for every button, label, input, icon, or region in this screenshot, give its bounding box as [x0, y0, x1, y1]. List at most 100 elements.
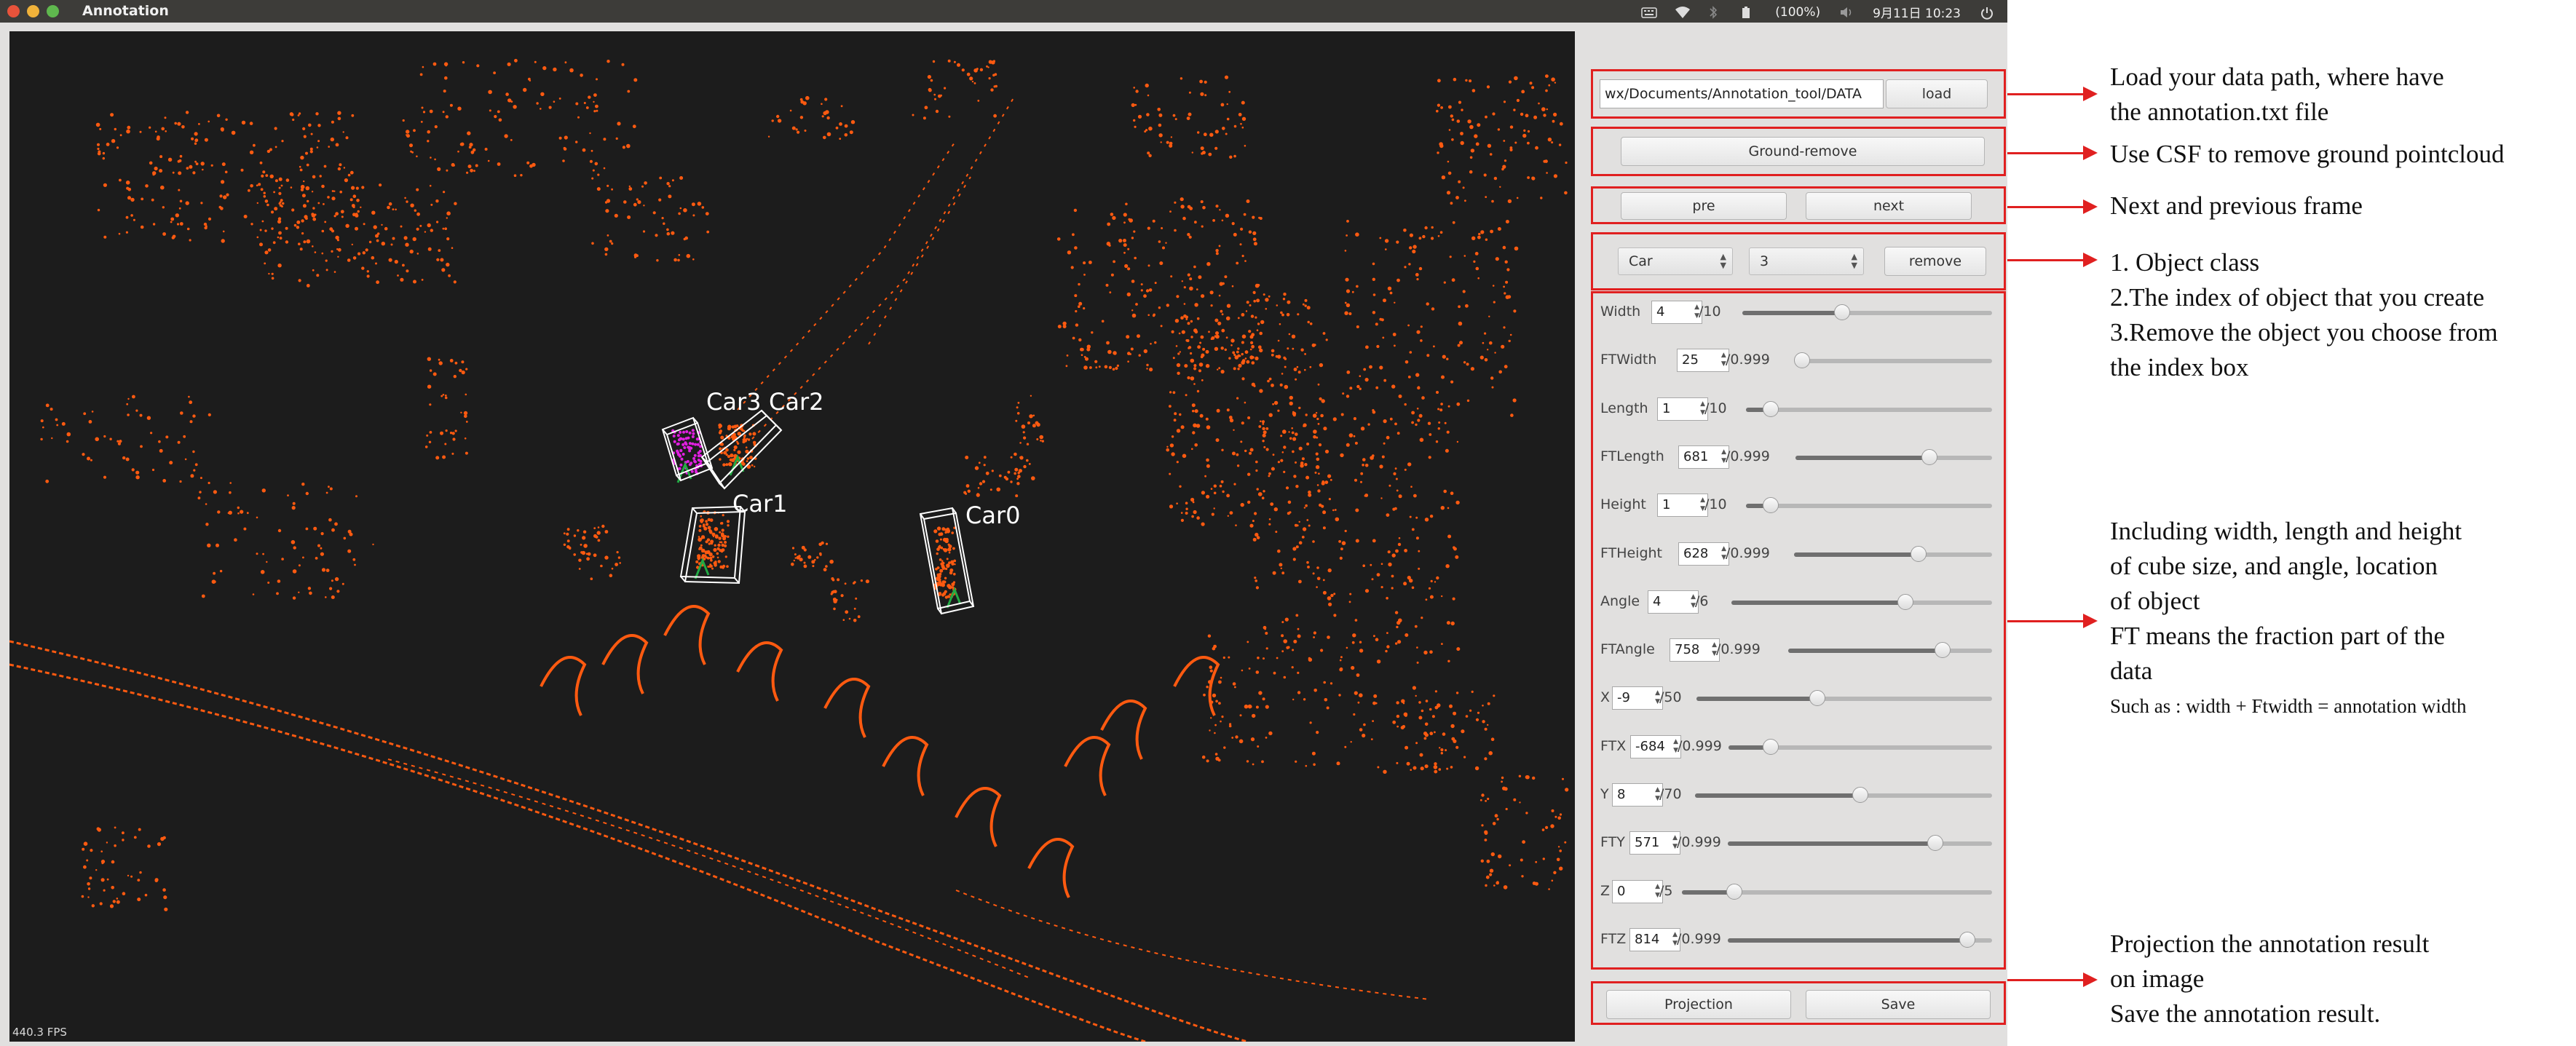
param-max: /0.999	[1726, 352, 1770, 368]
spin-arrows-icon: ▲ ▼	[1720, 252, 1726, 270]
system-top-bar: Annotation (100%) 9月11日 10:23	[0, 0, 2007, 23]
slider-handle[interactable]	[1921, 448, 1937, 465]
param-max: /0.999	[1716, 641, 1761, 658]
param-spinbox-length[interactable]: 1 ▲ ▼	[1657, 397, 1708, 421]
object-group: Car ▲ ▼ 3 ▲ ▼ remove	[1591, 232, 2006, 290]
param-max: /0.999	[1726, 544, 1770, 561]
object-class-select[interactable]: Car ▲ ▼	[1618, 247, 1733, 275]
param-label: Height	[1600, 496, 1646, 513]
arrow-params	[2007, 614, 2098, 628]
note-ground: Use CSF to remove ground pointcloud	[2110, 140, 2505, 168]
slider-fill	[1795, 455, 1929, 460]
param-spinbox-height[interactable]: 1 ▲ ▼	[1657, 494, 1708, 518]
param-row-fty: FTY 571 ▲ ▼/0.999	[1593, 828, 2002, 857]
param-spinbox-width[interactable]: 4 ▲ ▼	[1651, 301, 1702, 324]
next-frame-button[interactable]: next	[1806, 192, 1972, 220]
ground-remove-button[interactable]: Ground-remove	[1621, 137, 1985, 166]
note-params-line5: data	[2110, 657, 2153, 685]
pointcloud-canvas[interactable]	[9, 31, 1575, 1042]
wifi-icon[interactable]	[1675, 6, 1691, 19]
param-spinbox-angle[interactable]: 4 ▲ ▼	[1648, 590, 1699, 614]
slider-handle[interactable]	[1927, 835, 1944, 852]
param-spinbox-ftwidth[interactable]: 25 ▲ ▼	[1677, 349, 1729, 373]
note-params-line3: of object	[2110, 587, 2200, 615]
minimize-window-button[interactable]	[27, 5, 39, 17]
note-frame: Next and previous frame	[2110, 191, 2363, 220]
remove-object-button[interactable]: remove	[1884, 247, 1986, 276]
bbox-car1[interactable]	[679, 505, 746, 585]
param-slider-x[interactable]	[1696, 690, 1992, 707]
param-slider-z[interactable]	[1682, 883, 1992, 900]
param-spinbox-y[interactable]: 8 ▲ ▼	[1612, 783, 1663, 807]
param-slider-ftx[interactable]	[1728, 738, 1992, 755]
load-button[interactable]: load	[1886, 79, 1988, 108]
param-spinbox-ftlength[interactable]: 681 ▲ ▼	[1678, 445, 1729, 469]
slider-fill	[1742, 311, 1843, 315]
param-slider-fty[interactable]	[1728, 835, 1992, 852]
note-params-line2: of cube size, and angle, location	[2110, 552, 2438, 580]
car2-label: Car2	[769, 388, 824, 416]
param-slider-ftangle[interactable]	[1788, 642, 1992, 659]
volume-icon[interactable]	[1839, 6, 1854, 19]
note-save-line2: on image	[2110, 964, 2205, 993]
slider-handle[interactable]	[1726, 883, 1743, 900]
slider-handle[interactable]	[1762, 738, 1779, 755]
param-spinbox-ftheight[interactable]: 628 ▲ ▼	[1678, 542, 1729, 566]
param-spinbox-fty[interactable]: 571 ▲ ▼	[1629, 831, 1680, 855]
param-slider-length[interactable]	[1746, 400, 1992, 417]
slider-handle[interactable]	[1935, 642, 1951, 659]
object-class-value: Car	[1629, 253, 1653, 269]
slider-handle[interactable]	[1897, 593, 1913, 610]
slider-handle[interactable]	[1793, 352, 1810, 369]
note-params-line1: Including width, length and height	[2110, 517, 2462, 545]
param-spinbox-ftangle[interactable]: 758 ▲ ▼	[1670, 638, 1720, 662]
maximize-window-button[interactable]	[47, 5, 59, 17]
pointcloud-viewport[interactable]: Car3 Car2 Car1 Car0 440.3 FPS	[9, 31, 1575, 1042]
bbox-car3[interactable]	[661, 416, 714, 482]
param-row-z: Z 0 ▲ ▼/5	[1593, 877, 2002, 906]
path-group: wx/Documents/Annotation_tool/DATA load	[1591, 69, 2006, 119]
note-load-line1: Load your data path, where have	[2110, 63, 2444, 91]
slider-handle[interactable]	[1959, 931, 1976, 948]
slider-handle[interactable]	[1762, 400, 1779, 417]
slider-handle[interactable]	[1910, 545, 1927, 562]
slider-handle[interactable]	[1762, 497, 1779, 514]
bluetooth-icon[interactable]	[1708, 5, 1723, 19]
param-slider-ftz[interactable]	[1728, 931, 1992, 948]
param-max: /10	[1704, 400, 1727, 416]
param-value: 571	[1635, 835, 1660, 851]
param-slider-y[interactable]	[1695, 787, 1992, 803]
slider-handle[interactable]	[1809, 690, 1826, 707]
param-label: Width	[1600, 304, 1641, 320]
previous-frame-button[interactable]: pre	[1621, 192, 1787, 220]
data-path-input[interactable]: wx/Documents/Annotation_tool/DATA	[1600, 79, 1884, 108]
slider-handle[interactable]	[1852, 787, 1869, 803]
projection-button[interactable]: Projection	[1606, 990, 1791, 1019]
power-icon[interactable]	[1980, 6, 1994, 20]
param-slider-height[interactable]	[1746, 497, 1992, 514]
close-window-button[interactable]	[7, 5, 20, 17]
param-slider-width[interactable]	[1742, 304, 1992, 320]
param-spinbox-ftx[interactable]: -684 ▲ ▼	[1630, 734, 1681, 758]
object-index-spinbox[interactable]: 3 ▲ ▼	[1749, 247, 1864, 275]
bbox-car2[interactable]	[700, 409, 783, 490]
note-save-line1: Projection the annotation result	[2110, 930, 2430, 958]
param-spinbox-ftz[interactable]: 814 ▲ ▼	[1629, 927, 1680, 951]
param-slider-ftwidth[interactable]	[1793, 352, 1992, 369]
param-row-length: Length 1 ▲ ▼/10	[1593, 395, 2002, 424]
param-slider-angle[interactable]	[1731, 593, 1992, 610]
param-spinbox-z[interactable]: 0 ▲ ▼	[1612, 879, 1663, 903]
param-value: 4	[1653, 593, 1662, 609]
param-row-ftheight: FTHeight 628 ▲ ▼/0.999	[1593, 539, 2002, 568]
save-button[interactable]: Save	[1806, 990, 1991, 1019]
param-slider-ftlength[interactable]	[1795, 448, 1992, 465]
arrow-load	[2007, 87, 2098, 101]
param-slider-ftheight[interactable]	[1794, 545, 1992, 562]
param-spinbox-x[interactable]: -9 ▲ ▼	[1612, 686, 1663, 710]
param-row-y: Y 8 ▲ ▼/70	[1593, 780, 2002, 809]
param-label: FTWidth	[1600, 352, 1657, 368]
slider-handle[interactable]	[1834, 304, 1851, 320]
keyboard-icon[interactable]	[1641, 6, 1658, 19]
battery-icon[interactable]	[1742, 6, 1756, 19]
clock[interactable]: 9月11日 10:23	[1873, 3, 1961, 21]
